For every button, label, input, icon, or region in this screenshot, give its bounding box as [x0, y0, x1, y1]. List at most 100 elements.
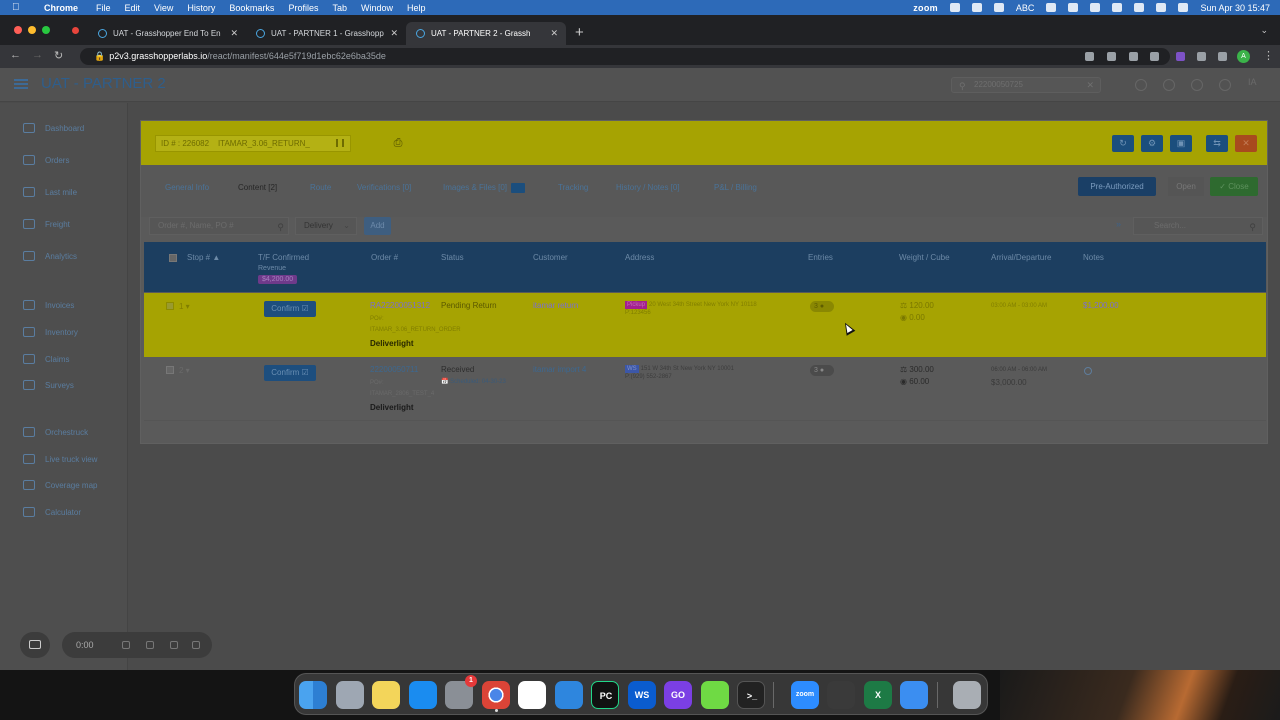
close-modal-button[interactable]: ✕: [1235, 135, 1257, 152]
webstorm-icon[interactable]: WS: [628, 681, 656, 709]
row-checkbox[interactable]: [166, 302, 174, 310]
sidebar-item-inventory[interactable]: Inventory: [23, 325, 78, 339]
tab-history-notes[interactable]: History / Notes [0]: [616, 183, 680, 192]
customer-link[interactable]: itamar return: [533, 301, 578, 310]
sidebar-item-claims[interactable]: Claims: [23, 352, 69, 366]
close-tab-icon[interactable]: ✕: [550, 28, 558, 39]
system-settings-icon[interactable]: 1: [445, 675, 477, 709]
menu-window[interactable]: Window: [361, 3, 393, 13]
microphone-icon[interactable]: [1085, 52, 1094, 61]
extension-icon[interactable]: [1176, 52, 1185, 61]
refresh-button[interactable]: ↻: [1112, 135, 1134, 152]
menu-view[interactable]: View: [154, 3, 173, 13]
slack-icon[interactable]: [518, 681, 546, 709]
minimize-window-icon[interactable]: [28, 26, 36, 34]
close-tab-icon[interactable]: ✕: [230, 28, 238, 39]
wifi-icon[interactable]: [1112, 3, 1123, 12]
col-address[interactable]: Address: [625, 253, 654, 262]
tab-search-chevron-icon[interactable]: ⌄: [1260, 25, 1268, 36]
notes-icon[interactable]: [372, 681, 400, 709]
tab-general-info[interactable]: General Info: [165, 183, 209, 192]
headphones-icon[interactable]: [1046, 3, 1057, 12]
chrome-status-icon[interactable]: [1068, 3, 1079, 12]
tab-route[interactable]: Route: [310, 183, 331, 192]
entries-count[interactable]: 3 ●: [810, 301, 834, 312]
menu-app-chrome[interactable]: Chrome: [44, 3, 78, 13]
recorder-delete-icon[interactable]: [192, 641, 200, 649]
chrome-icon[interactable]: [482, 681, 510, 709]
close-manifest-button[interactable]: ✓ Close: [1210, 177, 1258, 196]
screen-recorder-camera-button[interactable]: [20, 632, 50, 658]
play-icon[interactable]: [949, 3, 960, 12]
menu-profiles[interactable]: Profiles: [288, 3, 318, 13]
apple-icon[interactable]: : [12, 2, 26, 13]
sidebar-item-coverage-map[interactable]: Coverage map: [23, 478, 97, 492]
tab-content[interactable]: Content [2]: [238, 183, 277, 192]
sidebar-item-live-truck-view[interactable]: Live truck view: [23, 452, 97, 466]
customer-link[interactable]: itamar import 4: [533, 365, 586, 374]
order-number-link[interactable]: RA22200051312: [370, 301, 430, 310]
recorder-pause-icon[interactable]: [170, 641, 178, 649]
browser-tab-3-active[interactable]: UAT - PARTNER 2 - Grassh ✕: [406, 22, 566, 45]
spotlight-icon[interactable]: [1134, 3, 1145, 12]
goland-icon[interactable]: GO: [664, 681, 692, 709]
gear-icon[interactable]: [1219, 79, 1231, 91]
collapse-chevron-icon[interactable]: »: [1116, 219, 1121, 229]
pycharm-icon[interactable]: PC: [591, 681, 619, 709]
sublime-icon[interactable]: [827, 681, 855, 709]
menu-file[interactable]: File: [96, 3, 111, 13]
col-entries[interactable]: Entries: [808, 253, 833, 262]
search-icon[interactable]: ⚲: [1249, 219, 1256, 235]
sidebar-item-analytics[interactable]: Analytics: [23, 249, 77, 263]
zoom-icon[interactable]: zoom: [791, 681, 819, 709]
sidebar-item-invoices[interactable]: Invoices: [23, 298, 74, 312]
browser-tab-1[interactable]: UAT - Grasshopper End To En ✕: [88, 22, 246, 45]
finder-icon[interactable]: [299, 681, 327, 709]
col-order[interactable]: Order #: [371, 253, 398, 262]
bluetooth-icon[interactable]: [971, 3, 982, 12]
tab-tracking[interactable]: Tracking: [558, 183, 588, 192]
upload-icon[interactable]: [511, 183, 526, 193]
save-button[interactable]: ▣: [1170, 135, 1192, 152]
forward-icon[interactable]: →: [32, 49, 43, 61]
order-number-link[interactable]: 22200050711: [370, 365, 418, 374]
col-customer[interactable]: Customer: [533, 253, 568, 262]
side-panel-icon[interactable]: [1218, 52, 1227, 61]
puzzle-extensions-icon[interactable]: [1197, 52, 1206, 61]
download-icon[interactable]: [1107, 52, 1116, 61]
sidebar-item-orchestruck[interactable]: Orchestruck: [23, 425, 88, 439]
col-status[interactable]: Status: [441, 253, 464, 262]
mail-icon[interactable]: [900, 681, 928, 709]
col-stop[interactable]: Stop # ▲: [187, 253, 220, 262]
add-order-button[interactable]: Add: [364, 217, 391, 235]
confirm-button[interactable]: Confirm ☑: [264, 365, 316, 381]
browser-tab-2[interactable]: UAT - PARTNER 1 - Grasshopp ✕: [246, 22, 406, 45]
input-source-icon[interactable]: [993, 3, 1004, 12]
siri-icon[interactable]: [1178, 3, 1189, 12]
barcode-icon[interactable]: [336, 139, 344, 147]
back-icon[interactable]: ←: [10, 49, 21, 61]
col-weight-cube[interactable]: Weight / Cube: [899, 253, 950, 262]
help-icon[interactable]: [1135, 79, 1147, 91]
menubar-clock[interactable]: Sun Apr 30 15:47: [1200, 3, 1270, 13]
search-icon[interactable]: ⚲: [277, 219, 284, 235]
sidebar-item-surveys[interactable]: Surveys: [23, 378, 74, 392]
sidebar-item-dashboard[interactable]: Dashboard: [23, 121, 84, 135]
clear-search-icon[interactable]: ✕: [1086, 78, 1094, 92]
settings-button[interactable]: ⚙: [1141, 135, 1163, 152]
reload-icon[interactable]: ↻: [54, 49, 63, 62]
stop-number[interactable]: 2 ▾: [179, 366, 190, 375]
transfer-button[interactable]: ⇆: [1206, 135, 1228, 152]
confirm-button[interactable]: Confirm ☑: [264, 301, 316, 317]
bell-icon[interactable]: [1163, 79, 1175, 91]
trash-icon[interactable]: [953, 681, 981, 709]
new-tab-icon[interactable]: +: [575, 24, 584, 41]
notes-icon[interactable]: [1084, 367, 1092, 375]
excel-icon[interactable]: X: [864, 681, 892, 709]
close-tab-icon[interactable]: ✕: [390, 28, 398, 39]
table-row[interactable]: 1 ▾ Confirm ☑ RA22200051312 PO#: ITAMAR_…: [144, 293, 1266, 357]
order-search-input[interactable]: Order #, Name, PO # ⚲: [149, 217, 289, 235]
upwork-icon[interactable]: [701, 681, 729, 709]
bookmark-star-icon[interactable]: [1150, 52, 1159, 61]
sidebar-item-last-mile[interactable]: Last mile: [23, 185, 77, 199]
